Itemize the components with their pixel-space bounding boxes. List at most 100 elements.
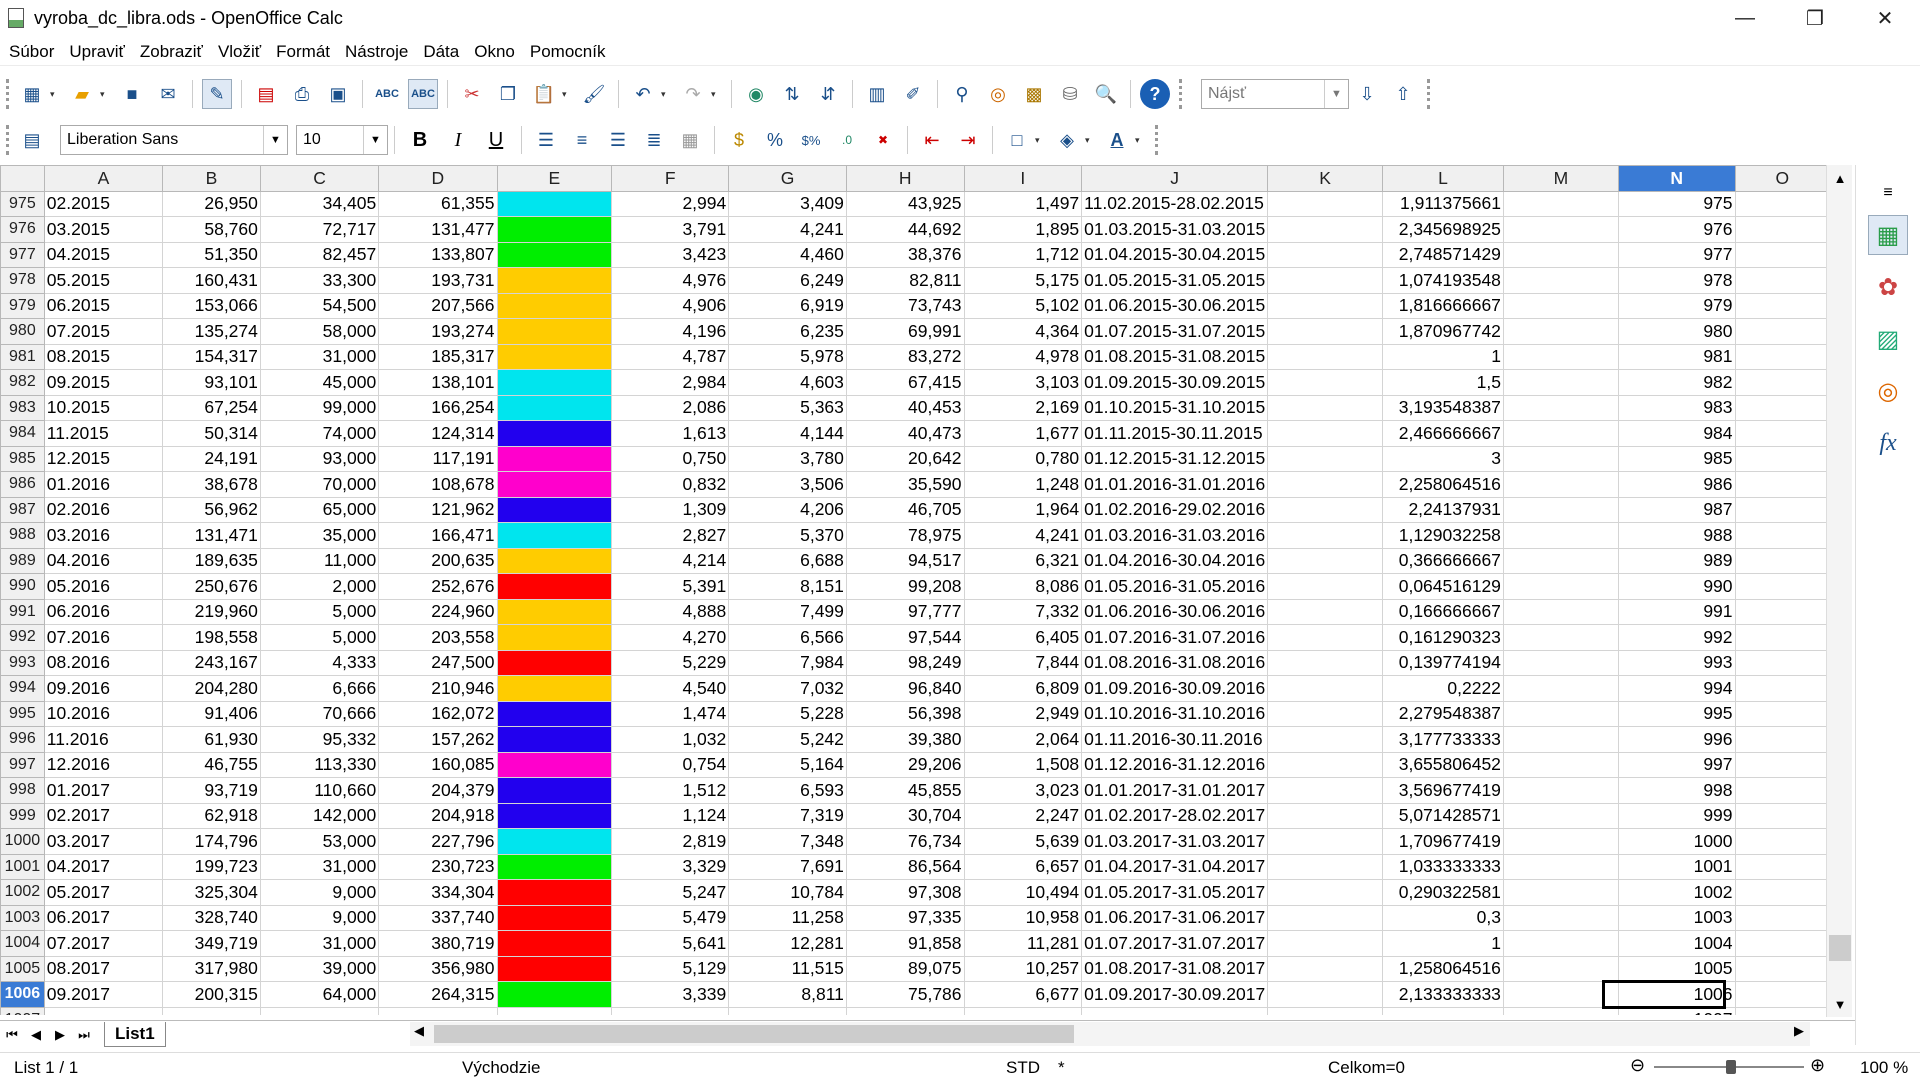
cell-m[interactable] (1502, 700, 1619, 727)
cell-i[interactable]: 5,175 (963, 267, 1083, 294)
cell-d[interactable]: 117,191 (378, 445, 498, 472)
cell-m[interactable] (1502, 777, 1619, 804)
cell-i[interactable]: 4,364 (963, 318, 1083, 345)
column-header-a[interactable]: A (43, 165, 164, 192)
row-header[interactable]: 1007 (0, 1006, 45, 1015)
cell-m[interactable] (1502, 981, 1619, 1008)
cell-k[interactable] (1267, 318, 1383, 345)
column-header-h[interactable]: H (845, 165, 965, 192)
row-header[interactable]: 986 (0, 471, 45, 498)
toolbar-grip[interactable] (1427, 79, 1435, 109)
horizontal-scrollbar[interactable]: ◀ ▶ (410, 1022, 1810, 1046)
cell-i[interactable]: 1,712 (963, 241, 1083, 268)
cell-g[interactable]: 10,784 (728, 879, 847, 906)
cell-a[interactable]: 05.2016 (43, 573, 164, 600)
cell-d[interactable]: 138,101 (378, 369, 498, 396)
cell-f[interactable]: 4,270 (611, 624, 730, 651)
cell-e[interactable] (496, 216, 613, 243)
cell-i[interactable]: 10,958 (963, 904, 1083, 931)
cell-k[interactable] (1267, 445, 1383, 472)
properties-icon[interactable]: ▦ (1868, 215, 1908, 255)
sidebar-menu-icon[interactable]: ≡ (1868, 183, 1908, 203)
cell-d[interactable]: 166,471 (378, 522, 498, 549)
cell-a[interactable]: 03.2017 (43, 828, 164, 855)
cell-b[interactable] (162, 1006, 261, 1015)
cell-d[interactable]: 133,807 (378, 241, 498, 268)
cell-h[interactable]: 40,473 (845, 420, 965, 447)
vertical-scroll-thumb[interactable] (1829, 935, 1851, 961)
cell-o[interactable] (1734, 598, 1830, 625)
cell-o[interactable] (1734, 649, 1830, 676)
cell-o[interactable] (1734, 241, 1830, 268)
cell-f[interactable]: 2,984 (611, 369, 730, 396)
cell-i[interactable]: 2,064 (963, 726, 1083, 753)
cell-f[interactable]: 3,791 (611, 216, 730, 243)
cell-n[interactable]: 980 (1617, 318, 1736, 345)
cell-m[interactable] (1502, 1006, 1619, 1015)
cell-b[interactable]: 328,740 (162, 904, 261, 931)
cell-i[interactable]: 6,809 (963, 675, 1083, 702)
cell-i[interactable]: 1,248 (963, 471, 1083, 498)
cell-e[interactable] (496, 624, 613, 651)
cell-a[interactable] (43, 1006, 164, 1015)
cell-o[interactable] (1734, 292, 1830, 319)
cell-h[interactable]: 69,991 (845, 318, 965, 345)
cell-f[interactable]: 5,479 (611, 904, 730, 931)
cell-o[interactable] (1734, 343, 1830, 370)
cell-d[interactable]: 61,355 (378, 190, 498, 217)
cell-j[interactable]: 01.07.2015-31.07.2015 (1081, 318, 1269, 345)
cell-i[interactable]: 8,086 (963, 573, 1083, 600)
align-center-icon[interactable]: ≡ (567, 125, 597, 155)
cell-c[interactable]: 70,000 (259, 471, 380, 498)
row-header[interactable]: 981 (0, 343, 45, 370)
cell-i[interactable]: 1,964 (963, 496, 1083, 523)
scroll-left-icon[interactable]: ◀ (414, 1023, 424, 1039)
row-header[interactable]: 977 (0, 241, 45, 268)
cell-d[interactable]: 166,254 (378, 394, 498, 421)
cell-j[interactable]: 01.04.2015-30.04.2015 (1081, 241, 1269, 268)
cell-f[interactable]: 1,032 (611, 726, 730, 753)
autospellcheck-icon[interactable]: ABC (408, 79, 438, 109)
cell-n[interactable]: 979 (1617, 292, 1736, 319)
row-header[interactable]: 1000 (0, 828, 45, 855)
scroll-up-icon[interactable]: ▲ (1827, 171, 1853, 186)
cell-m[interactable] (1502, 445, 1619, 472)
cell-m[interactable] (1502, 853, 1619, 880)
chevron-down-icon[interactable]: ▼ (263, 126, 287, 154)
cell-g[interactable]: 7,319 (728, 802, 847, 829)
menu-data[interactable]: Dáta (423, 42, 459, 62)
email-icon[interactable]: ✉ (153, 79, 183, 109)
cell-b[interactable]: 243,167 (162, 649, 261, 676)
cell-h[interactable]: 38,376 (845, 241, 965, 268)
undo-icon[interactable]: ↶ (628, 79, 658, 109)
vertical-scrollbar[interactable]: ▲ ▼ (1826, 165, 1852, 1017)
currency-format-icon[interactable]: $ (724, 125, 754, 155)
cell-f[interactable]: 4,976 (611, 267, 730, 294)
cell-c[interactable]: 64,000 (259, 981, 380, 1008)
cell-n[interactable]: 989 (1617, 547, 1736, 574)
cell-h[interactable]: 46,705 (845, 496, 965, 523)
cell-d[interactable]: 193,274 (378, 318, 498, 345)
cell-g[interactable]: 4,603 (728, 369, 847, 396)
cell-b[interactable]: 204,280 (162, 675, 261, 702)
cell-b[interactable]: 199,723 (162, 853, 261, 880)
bold-icon[interactable]: B (405, 129, 435, 152)
cell-c[interactable]: 99,000 (259, 394, 380, 421)
cell-o[interactable] (1734, 751, 1830, 778)
cell-o[interactable] (1734, 394, 1830, 421)
cell-l[interactable]: 5,071428571 (1381, 802, 1504, 829)
cell-m[interactable] (1502, 598, 1619, 625)
cell-i[interactable]: 7,844 (963, 649, 1083, 676)
cell-j[interactable]: 01.04.2016-30.04.2016 (1081, 547, 1269, 574)
cell-o[interactable] (1734, 445, 1830, 472)
cell-l[interactable]: 0,290322581 (1381, 879, 1504, 906)
cell-h[interactable]: 94,517 (845, 547, 965, 574)
standard-format-icon[interactable]: $% (796, 125, 826, 155)
find-replace-icon[interactable]: ⚲ (947, 79, 977, 109)
cell-l[interactable]: 1,033333333 (1381, 853, 1504, 880)
cell-a[interactable]: 04.2015 (43, 241, 164, 268)
cell-f[interactable]: 4,906 (611, 292, 730, 319)
cell-b[interactable]: 198,558 (162, 624, 261, 651)
cell-a[interactable]: 03.2015 (43, 216, 164, 243)
cell-e[interactable] (496, 292, 613, 319)
